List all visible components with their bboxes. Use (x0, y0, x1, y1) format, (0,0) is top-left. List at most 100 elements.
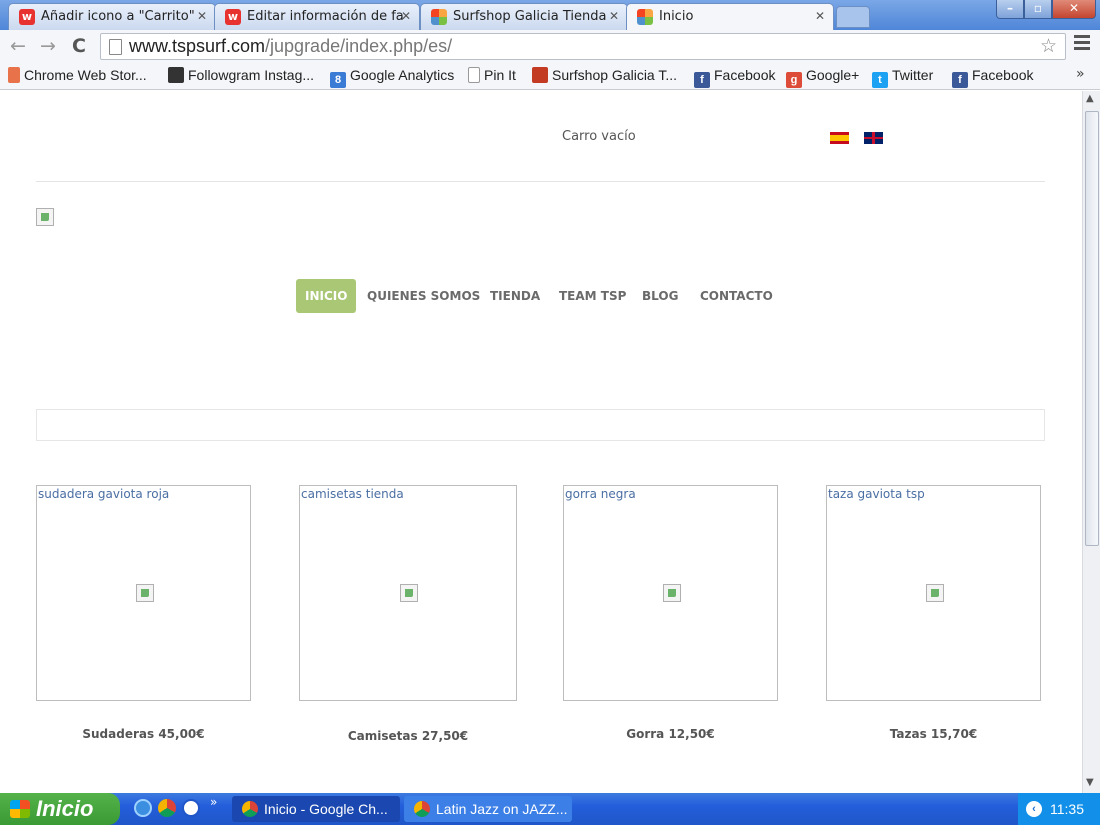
system-tray: ‹ 11:35 (1018, 793, 1100, 825)
forward-icon[interactable]: → (40, 35, 56, 57)
cart-status[interactable]: Carro vacío (562, 129, 636, 144)
header-divider (36, 181, 1045, 182)
broken-image-icon[interactable] (36, 208, 54, 226)
tab-anadir-icono[interactable]: w Añadir icono a "Carrito" ✕ (8, 3, 216, 30)
url-host: www.tspsurf.com (129, 36, 266, 56)
close-icon[interactable]: ✕ (815, 4, 825, 29)
close-window-button[interactable]: ✕ (1052, 0, 1096, 19)
tray-expand-icon[interactable]: ‹ (1026, 801, 1042, 817)
windows-logo-icon (10, 800, 30, 818)
windows-taskbar: Inicio » Inicio - Google Ch... Latin Jaz… (0, 793, 1100, 825)
chrome-icon[interactable] (158, 799, 176, 817)
nav-item-team-tsp[interactable]: TEAM TSP (559, 279, 626, 313)
bookmark-label: Google Analytics (350, 67, 455, 83)
tab-surfshop-galicia[interactable]: Surfshop Galicia Tienda ✕ (420, 3, 628, 30)
ie-icon[interactable] (134, 799, 152, 817)
page-viewport: Carro vacío INICIO QUIENES SOMOS TIENDA … (0, 91, 1082, 793)
product-image-link[interactable]: taza gaviota tsp (826, 485, 1041, 701)
page-icon (468, 67, 480, 83)
english-flag-icon[interactable] (864, 132, 883, 144)
back-icon[interactable]: ← (10, 35, 26, 57)
clock[interactable]: 11:35 (1050, 801, 1084, 817)
bookmarks-overflow-button[interactable]: » (1076, 66, 1085, 82)
bookmark-label: Facebook (714, 67, 776, 83)
bookmark-google-analytics[interactable]: 8 Google Analytics (330, 67, 454, 88)
close-icon[interactable]: ✕ (401, 4, 411, 29)
nav-item-blog[interactable]: BLOG (642, 279, 678, 313)
bookmark-facebook[interactable]: f Facebook (694, 67, 775, 88)
product-alt-text: sudadera gaviota roja (38, 487, 170, 501)
surfshop-icon (532, 67, 548, 83)
bookmark-label: Surfshop Galicia T... (552, 67, 678, 83)
spanish-flag-icon[interactable] (830, 132, 849, 144)
product-alt-text: camisetas tienda (301, 487, 404, 501)
reload-icon[interactable]: C (72, 35, 86, 57)
bookmark-label: Pin It (484, 67, 516, 83)
bookmark-twitter[interactable]: t Twitter (872, 67, 933, 88)
tab-editar-informacion[interactable]: w Editar información de fa ✕ (214, 3, 420, 30)
joomla-icon (431, 9, 447, 25)
nav-item-quienes-somos[interactable]: QUIENES SOMOS (367, 279, 480, 313)
maximize-button[interactable]: ▫ (1024, 0, 1052, 19)
minimize-button[interactable]: – (996, 0, 1024, 19)
w-icon: w (225, 9, 241, 25)
product-price-label: Gorra 12,50€ (626, 727, 715, 741)
chrome-store-icon (8, 67, 20, 83)
bookmark-google-plus[interactable]: g Google+ (786, 67, 859, 88)
bookmark-label: Google+ (806, 67, 860, 83)
taskbar-item-latin-jazz[interactable]: Latin Jazz on JAZZ... (404, 796, 572, 822)
product-alt-text: taza gaviota tsp (828, 487, 925, 501)
product-image-link[interactable]: camisetas tienda (299, 485, 517, 701)
nav-item-tienda[interactable]: TIENDA (490, 279, 540, 313)
bookmark-label: Facebook (972, 67, 1034, 83)
bookmark-label: Twitter (892, 67, 934, 83)
scroll-up-icon[interactable]: ▲ (1086, 93, 1094, 104)
bookmark-label: Followgram Instag... (188, 67, 315, 83)
nav-item-contacto[interactable]: CONTACTO (700, 279, 773, 313)
followgram-icon (168, 67, 184, 83)
page-icon (109, 39, 122, 55)
tab-label: Editar información de fa (247, 9, 404, 24)
nav-item-inicio[interactable]: INICIO (296, 279, 357, 313)
tab-label: Añadir icono a "Carrito" (41, 9, 195, 24)
bookmarks-bar: Chrome Web Stor... Followgram Instag... … (0, 62, 1100, 90)
product-image-link[interactable]: gorra negra (563, 485, 778, 701)
tab-inicio[interactable]: Inicio ✕ (626, 3, 834, 30)
chrome-icon (242, 801, 258, 817)
bookmark-facebook-2[interactable]: f Facebook (952, 67, 1033, 88)
taskbar-item-label: Inicio - Google Ch... (264, 801, 388, 817)
product-price-label: Tazas 15,70€ (889, 727, 978, 741)
start-button[interactable]: Inicio (0, 793, 120, 825)
bookmark-surfshop-galicia[interactable]: Surfshop Galicia T... (532, 67, 677, 83)
scroll-down-icon[interactable]: ▼ (1086, 777, 1094, 788)
scrollbar-thumb[interactable] (1085, 111, 1099, 546)
bookmark-pin-it[interactable]: Pin It (468, 67, 516, 83)
start-label: Inicio (36, 796, 94, 821)
quicklaunch-overflow[interactable]: » (210, 795, 217, 809)
product-image-link[interactable]: sudadera gaviota roja (36, 485, 251, 701)
bookmark-chrome-web-store[interactable]: Chrome Web Stor... (8, 67, 147, 83)
taskbar-item-chrome[interactable]: Inicio - Google Ch... (232, 796, 400, 822)
app-icon[interactable] (182, 799, 200, 817)
tab-strip: w Añadir icono a "Carrito" ✕ w Editar in… (0, 0, 1100, 30)
vertical-scrollbar[interactable]: ▲ ▼ (1082, 91, 1100, 793)
bookmark-followgram[interactable]: Followgram Instag... (168, 67, 314, 83)
new-tab-button[interactable] (836, 6, 870, 28)
broken-image-icon (400, 584, 418, 602)
taskbar-item-label: Latin Jazz on JAZZ... (436, 801, 568, 817)
tab-label: Inicio (659, 9, 694, 24)
address-bar[interactable]: www.tspsurf.com/jupgrade/index.php/es/ ☆ (100, 33, 1066, 60)
broken-image-icon (926, 584, 944, 602)
close-icon[interactable]: ✕ (197, 4, 207, 29)
product-price-label: Sudaderas 45,00€ (82, 727, 205, 741)
google-plus-icon: g (786, 72, 802, 88)
twitter-icon: t (872, 72, 888, 88)
facebook-icon: f (952, 72, 968, 88)
w-icon: w (19, 9, 35, 25)
content-bar (36, 409, 1045, 441)
bookmark-star-icon[interactable]: ☆ (1040, 34, 1057, 59)
analytics-icon: 8 (330, 72, 346, 88)
broken-image-icon (136, 584, 154, 602)
close-icon[interactable]: ✕ (609, 4, 619, 29)
menu-icon[interactable] (1074, 35, 1090, 51)
